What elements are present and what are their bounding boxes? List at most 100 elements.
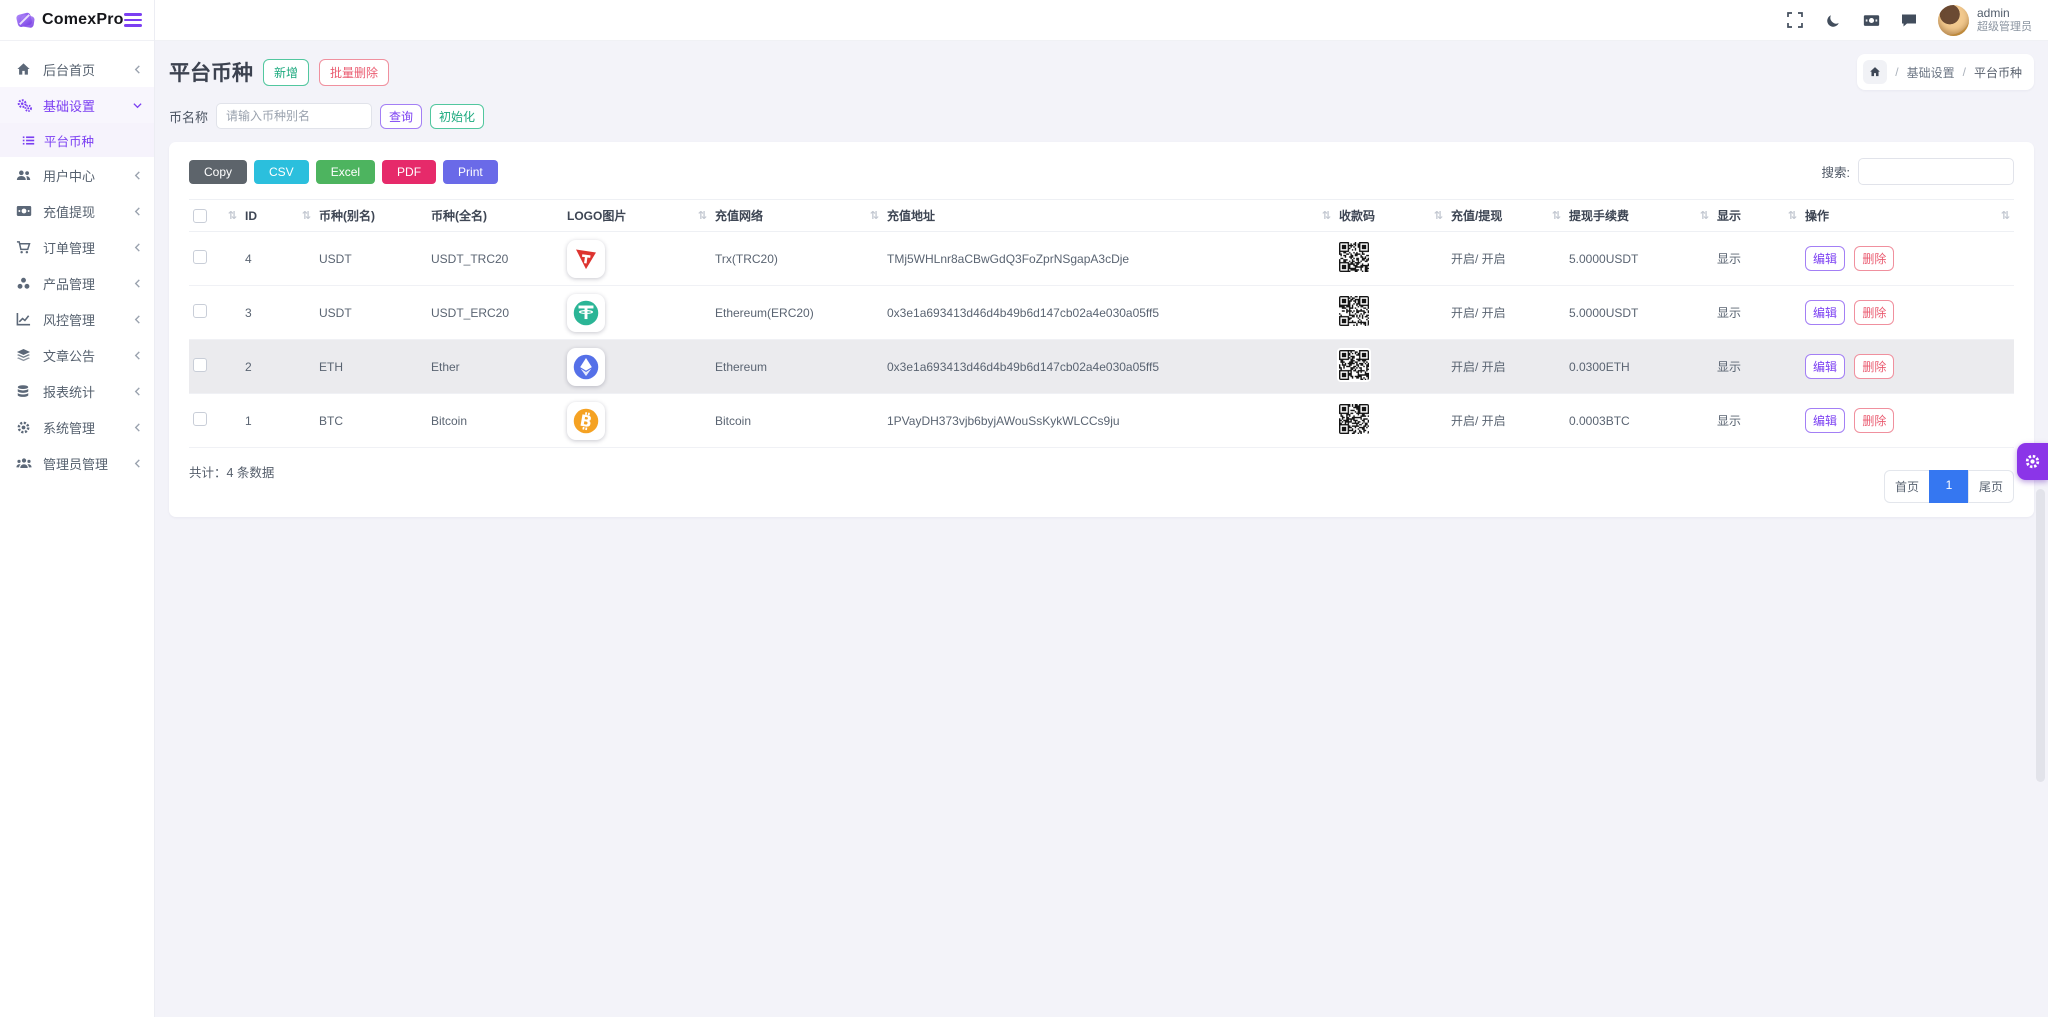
cell-actions: 编辑 删除	[1801, 393, 2014, 448]
user-menu[interactable]: admin 超级管理员	[1938, 4, 2032, 36]
pagination-last-button[interactable]: 尾页	[1967, 470, 2014, 503]
settings-panel-toggle-button[interactable]	[2017, 443, 2048, 480]
gears-icon	[16, 97, 33, 113]
sidebar-menu: 后台首页 基础设置 平台币种 用户中心 充值提现 订单管理 产品管理 风控管理 …	[0, 41, 154, 481]
coin-name-input[interactable]	[216, 103, 373, 129]
edit-button[interactable]: 编辑	[1805, 408, 1846, 433]
col-header-fee: 提现手续费 ⇅	[1565, 199, 1713, 232]
sidebar-item-system[interactable]: 系统管理	[0, 409, 154, 445]
sidebar-item-user-center[interactable]: 用户中心	[0, 157, 154, 193]
cell-fee: 0.0300ETH	[1565, 339, 1713, 394]
sidebar-item-basic-settings[interactable]: 基础设置	[0, 87, 154, 123]
batch-delete-button[interactable]: 批量删除	[319, 58, 390, 86]
sidebar-item-risk-control[interactable]: 风控管理	[0, 301, 154, 337]
delete-button[interactable]: 删除	[1854, 246, 1895, 271]
tether-logo-icon	[567, 293, 605, 332]
delete-button[interactable]: 删除	[1854, 300, 1895, 325]
sort-icon[interactable]: ⇅	[1700, 209, 1709, 222]
chevron-left-icon	[133, 206, 142, 216]
sort-icon[interactable]: ⇅	[1434, 209, 1443, 222]
sidebar-item-products[interactable]: 产品管理	[0, 265, 154, 301]
export-csv-button[interactable]: CSV	[254, 159, 309, 184]
init-button[interactable]: 初始化	[430, 103, 485, 129]
pagination-page-1[interactable]: 1	[1928, 470, 1969, 503]
qr-code[interactable]	[1339, 296, 1369, 326]
edit-button[interactable]: 编辑	[1805, 246, 1846, 271]
sidebar-item-deposit-withdraw[interactable]: 充值提现	[0, 193, 154, 229]
bitcoin-logo-icon: B	[567, 401, 605, 440]
table-card: Copy CSV Excel PDF Print 搜索: ⇅ ID ⇅ 币种(别名…	[169, 142, 2034, 517]
chevron-left-icon	[133, 458, 142, 468]
wallet-icon[interactable]	[1852, 14, 1890, 27]
list-icon	[22, 134, 36, 147]
chevron-left-icon	[133, 350, 142, 360]
sort-icon[interactable]: ⇅	[228, 209, 237, 222]
sort-icon[interactable]: ⇅	[698, 209, 707, 222]
breadcrumb-item[interactable]: 基础设置	[1907, 64, 1955, 81]
sidebar-item-orders[interactable]: 订单管理	[0, 229, 154, 265]
row-checkbox[interactable]	[193, 358, 207, 372]
table-search-input[interactable]	[1858, 158, 2014, 185]
export-print-button[interactable]: Print	[443, 159, 498, 184]
sidebar-item-reports[interactable]: 报表统计	[0, 373, 154, 409]
table-row: 3 USDT USDT_ERC20 Ethereum(ERC20) 0x3e1a…	[189, 285, 2014, 340]
sidebar-item-platform-coins[interactable]: 平台币种	[0, 123, 154, 157]
qr-code[interactable]	[1339, 350, 1369, 380]
cell-logo	[563, 285, 711, 340]
gear-icon	[16, 419, 33, 435]
breadcrumb-home-icon[interactable]	[1863, 60, 1888, 84]
cell-logo: B	[563, 393, 711, 448]
messages-icon[interactable]	[1890, 13, 1928, 28]
sidebar-item-dashboard[interactable]: 后台首页	[0, 51, 154, 87]
cell-address: TMj5WHLnr8aCBwGdQ3FoZprNSgapA3cDje	[883, 231, 1335, 286]
hamburger-menu-icon[interactable]	[123, 10, 142, 31]
col-header-logo: LOGO图片 ⇅	[563, 199, 711, 232]
sort-icon[interactable]: ⇅	[2001, 209, 2010, 222]
delete-button[interactable]: 删除	[1854, 354, 1895, 379]
row-checkbox[interactable]	[193, 412, 207, 426]
delete-button[interactable]: 删除	[1854, 408, 1895, 433]
query-button[interactable]: 查询	[380, 103, 423, 129]
layers-icon	[16, 347, 33, 363]
row-checkbox[interactable]	[193, 250, 207, 264]
export-pdf-button[interactable]: PDF	[382, 159, 437, 184]
sort-icon[interactable]: ⇅	[302, 209, 311, 222]
qr-code[interactable]	[1339, 242, 1369, 272]
chevron-left-icon	[133, 170, 142, 180]
export-copy-button[interactable]: Copy	[189, 159, 248, 184]
row-checkbox[interactable]	[193, 304, 207, 318]
sidebar-item-articles[interactable]: 文章公告	[0, 337, 154, 373]
line-chart-icon	[16, 311, 33, 327]
tron-logo-icon	[567, 239, 605, 278]
sort-icon[interactable]: ⇅	[870, 209, 879, 222]
cell-fee: 5.0000USDT	[1565, 231, 1713, 286]
pagination-first-button[interactable]: 首页	[1883, 470, 1930, 503]
fullscreen-icon[interactable]	[1776, 12, 1814, 28]
edit-button[interactable]: 编辑	[1805, 300, 1846, 325]
table-header-row: ⇅ ID ⇅ 币种(别名) 币种(全名) LOGO图片 ⇅ 充值网络 ⇅ 充值地址 ⇅ …	[189, 199, 2014, 232]
edit-button[interactable]: 编辑	[1805, 354, 1846, 379]
brand-logo-icon	[14, 9, 37, 32]
cell-deposit-withdraw: 开启/ 开启	[1447, 339, 1565, 394]
col-header-deposit-withdraw: 充值/提现 ⇅	[1447, 199, 1565, 232]
cell-alias: USDT	[315, 231, 427, 286]
sidebar: ComexPro 后台首页 基础设置 平台币种 用户中心 充值提现 订单管理 产…	[0, 0, 155, 1017]
chevron-left-icon	[133, 386, 142, 396]
scrollbar[interactable]	[2036, 489, 2045, 782]
sort-icon[interactable]: ⇅	[1552, 209, 1561, 222]
sort-icon[interactable]: ⇅	[1788, 209, 1797, 222]
home-icon	[16, 61, 33, 77]
sort-icon[interactable]: ⇅	[1322, 209, 1331, 222]
dark-mode-moon-icon[interactable]	[1814, 13, 1852, 28]
cell-select	[189, 393, 241, 448]
user-group-icon	[16, 455, 33, 471]
export-excel-button[interactable]: Excel	[315, 159, 376, 184]
avatar	[1938, 4, 1969, 36]
cell-fullname: Ether	[427, 339, 563, 394]
cell-address: 1PVayDH373vjb6byjAWouSsKykWLCCs9ju	[883, 393, 1335, 448]
sidebar-item-admins[interactable]: 管理员管理	[0, 445, 154, 481]
qr-code[interactable]	[1339, 404, 1369, 434]
add-button[interactable]: 新增	[263, 58, 310, 86]
cell-actions: 编辑 删除	[1801, 285, 2014, 340]
select-all-checkbox[interactable]	[193, 208, 207, 223]
